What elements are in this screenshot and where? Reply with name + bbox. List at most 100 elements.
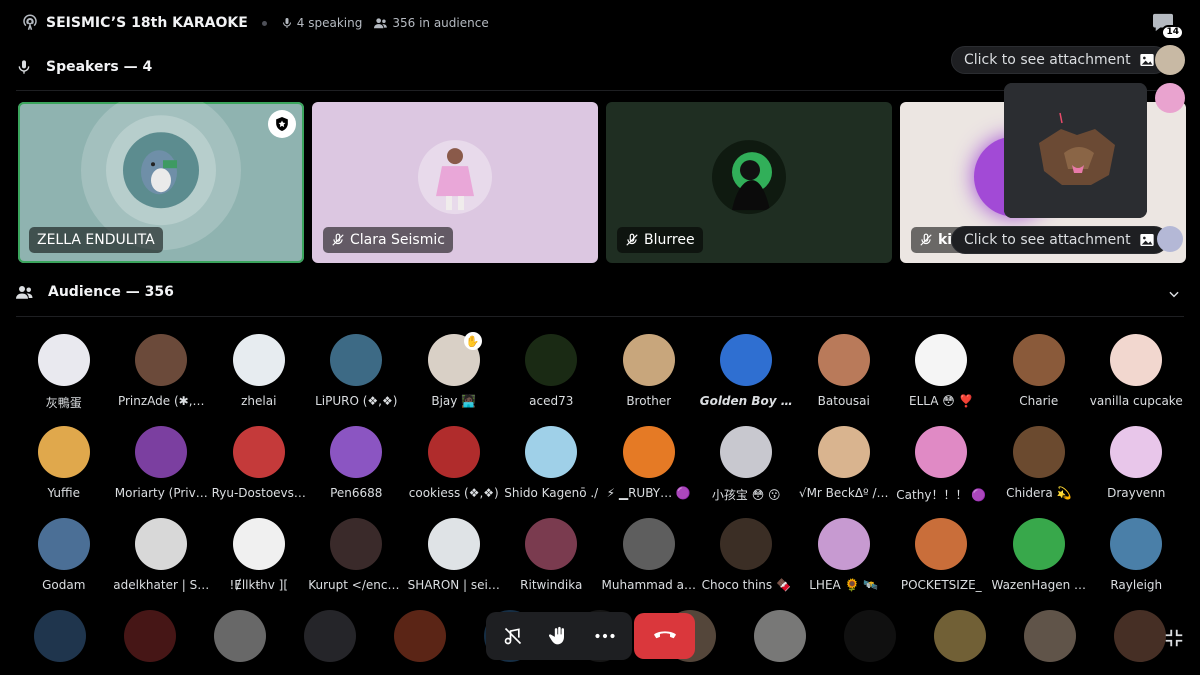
stage-channel-icon: [20, 13, 40, 33]
audience-member[interactable]: 灰鴨蛋: [15, 334, 113, 426]
speaker-avatar: [123, 131, 199, 208]
audience-name: ⚡ ▁RUBY… 🟣: [606, 486, 691, 500]
speaking-count: 4 speaking: [281, 16, 362, 30]
avatar: [1110, 426, 1163, 478]
audience-name: vanilla cupcake: [1089, 394, 1183, 408]
audience-member[interactable]: Muhammad a…: [600, 518, 698, 610]
audience-member[interactable]: [195, 610, 285, 675]
attachment-pill-top[interactable]: Click to see attachment: [951, 46, 1168, 74]
avatar: [330, 518, 383, 570]
audience-member[interactable]: Cathy！！！ 🟣: [893, 426, 991, 518]
audience-member[interactable]: ELLA 😳 ❣️: [893, 334, 991, 426]
mic-muted-icon: [626, 233, 638, 246]
audience-member[interactable]: Drayvenn: [1088, 426, 1186, 518]
header-separator: [261, 20, 267, 26]
participant-avatar-side-2[interactable]: [1155, 83, 1185, 113]
attachment-preview[interactable]: [1004, 83, 1147, 218]
audience-member[interactable]: [285, 610, 375, 675]
participant-avatar-side-1[interactable]: [1155, 45, 1185, 75]
audience-member[interactable]: ⚡ ▁RUBY… 🟣: [600, 426, 698, 518]
fullscreen-exit-icon[interactable]: [1163, 627, 1185, 649]
audience-member[interactable]: !Ɇllkŧhv ]​[: [210, 518, 308, 610]
audience-member[interactable]: LiPURO (❖,❖): [308, 334, 406, 426]
audience-name: Golden Boy …: [699, 394, 793, 408]
audience-name: √Mr BeckΔº /…: [798, 486, 889, 500]
leave-stage-button[interactable]: [634, 613, 695, 659]
image-icon: [1139, 54, 1154, 66]
avatar: [1012, 426, 1065, 478]
audience-member[interactable]: Brother: [600, 334, 698, 426]
avatar: [754, 610, 806, 662]
avatar: [330, 334, 383, 386]
avatar: [135, 518, 188, 570]
audience-member[interactable]: LHEA 🌻 🛰️: [795, 518, 893, 610]
audience-name: Pen6688: [330, 486, 383, 500]
audience-member[interactable]: √Mr BeckΔº /…: [795, 426, 893, 518]
avatar: [915, 426, 968, 478]
speaker-tile-clara[interactable]: Clara Seismic: [312, 102, 598, 263]
avatar: [844, 610, 896, 662]
stage-header: SEISMIC’S 18th KARAOKE 4 speaking 356 in…: [0, 0, 1200, 46]
speaker-tile-zella[interactable]: ZELLA ENDULITA: [18, 102, 304, 263]
stage-title: SEISMIC’S 18th KARAOKE: [46, 15, 248, 31]
shield-star-icon: [276, 117, 288, 131]
audience-member[interactable]: [825, 610, 915, 675]
audience-member[interactable]: WazenHagen …: [990, 518, 1088, 610]
audience-name: Drayvenn: [1107, 486, 1166, 500]
audience-member[interactable]: SHARON | sei…: [405, 518, 503, 610]
attachment-pill-bottom[interactable]: Click to see attachment: [951, 226, 1168, 254]
audience-name: !Ɇllkŧhv ]​[: [229, 578, 289, 592]
participant-avatar-side-3[interactable]: [1157, 226, 1183, 252]
audience-member[interactable]: [105, 610, 195, 675]
speaker-tile-blurree[interactable]: Blurree: [606, 102, 892, 263]
mute-button[interactable]: [492, 617, 534, 655]
audience-member[interactable]: cookiess (❖,❖): [405, 426, 503, 518]
audience-member[interactable]: Golden Boy …: [698, 334, 796, 426]
audience-name: ELLA 😳 ❣️: [908, 394, 974, 408]
audience-member[interactable]: POCKETSIZE_: [893, 518, 991, 610]
audience-member[interactable]: [15, 610, 105, 675]
moderator-badge: [268, 110, 296, 138]
audience-member[interactable]: Chidera 💫: [990, 426, 1088, 518]
audience-member[interactable]: [375, 610, 465, 675]
audience-member[interactable]: 小孩宝 😳 😗: [698, 426, 796, 518]
audience-row: Yuffie Moriarty (Priv… Ryu-Dostoevs… Pen668…: [15, 426, 1185, 518]
more-options-button[interactable]: [584, 617, 626, 655]
audience-member[interactable]: [735, 610, 825, 675]
audience-member[interactable]: Ryu-Dostoevs…: [210, 426, 308, 518]
audience-member[interactable]: zhelai: [210, 334, 308, 426]
audience-member[interactable]: [1005, 610, 1095, 675]
chevron-down-icon[interactable]: [1167, 287, 1181, 301]
audience-member[interactable]: adelkhater | S…: [113, 518, 211, 610]
avatar: [135, 426, 188, 478]
avatar: [37, 426, 90, 478]
audience-name: PrinzAde (✱,…: [117, 394, 205, 408]
audience-member[interactable]: Choco thins 🍫: [698, 518, 796, 610]
audience-count: 356 in audience: [374, 16, 489, 30]
avatar: [817, 518, 870, 570]
audience-member[interactable]: ✋ Bjay 🧑🏿‍💻: [405, 332, 503, 426]
avatar: [34, 610, 86, 662]
audience-member[interactable]: aced73: [503, 334, 601, 426]
chat-button[interactable]: 14: [1152, 12, 1184, 40]
audience-member[interactable]: [915, 610, 1005, 675]
audience-member[interactable]: vanilla cupcake: [1088, 334, 1186, 426]
avatar: [232, 334, 285, 386]
audience-member[interactable]: Rayleigh: [1088, 518, 1186, 610]
raise-hand-button[interactable]: [538, 617, 580, 655]
audience-name: adelkhater | S…: [113, 578, 210, 592]
avatar: ✋: [427, 332, 482, 386]
audience-member[interactable]: Godam: [15, 518, 113, 610]
audience-member[interactable]: Yuffie: [15, 426, 113, 518]
audience-member[interactable]: Shido Kagenō ./: [503, 426, 601, 518]
avatar: [214, 610, 266, 662]
audience-member[interactable]: Pen6688: [308, 426, 406, 518]
audience-member[interactable]: PrinzAde (✱,…: [113, 334, 211, 426]
speakers-header: Speakers — 4: [16, 58, 152, 76]
audience-member[interactable]: Kurupt </encr…: [308, 518, 406, 610]
speaker-nameplate: ZELLA ENDULITA: [29, 227, 163, 253]
audience-member[interactable]: Moriarty (Priv…: [113, 426, 211, 518]
audience-member[interactable]: Charie: [990, 334, 1088, 426]
audience-member[interactable]: Batousai: [795, 334, 893, 426]
audience-member[interactable]: Ritwindika: [503, 518, 601, 610]
